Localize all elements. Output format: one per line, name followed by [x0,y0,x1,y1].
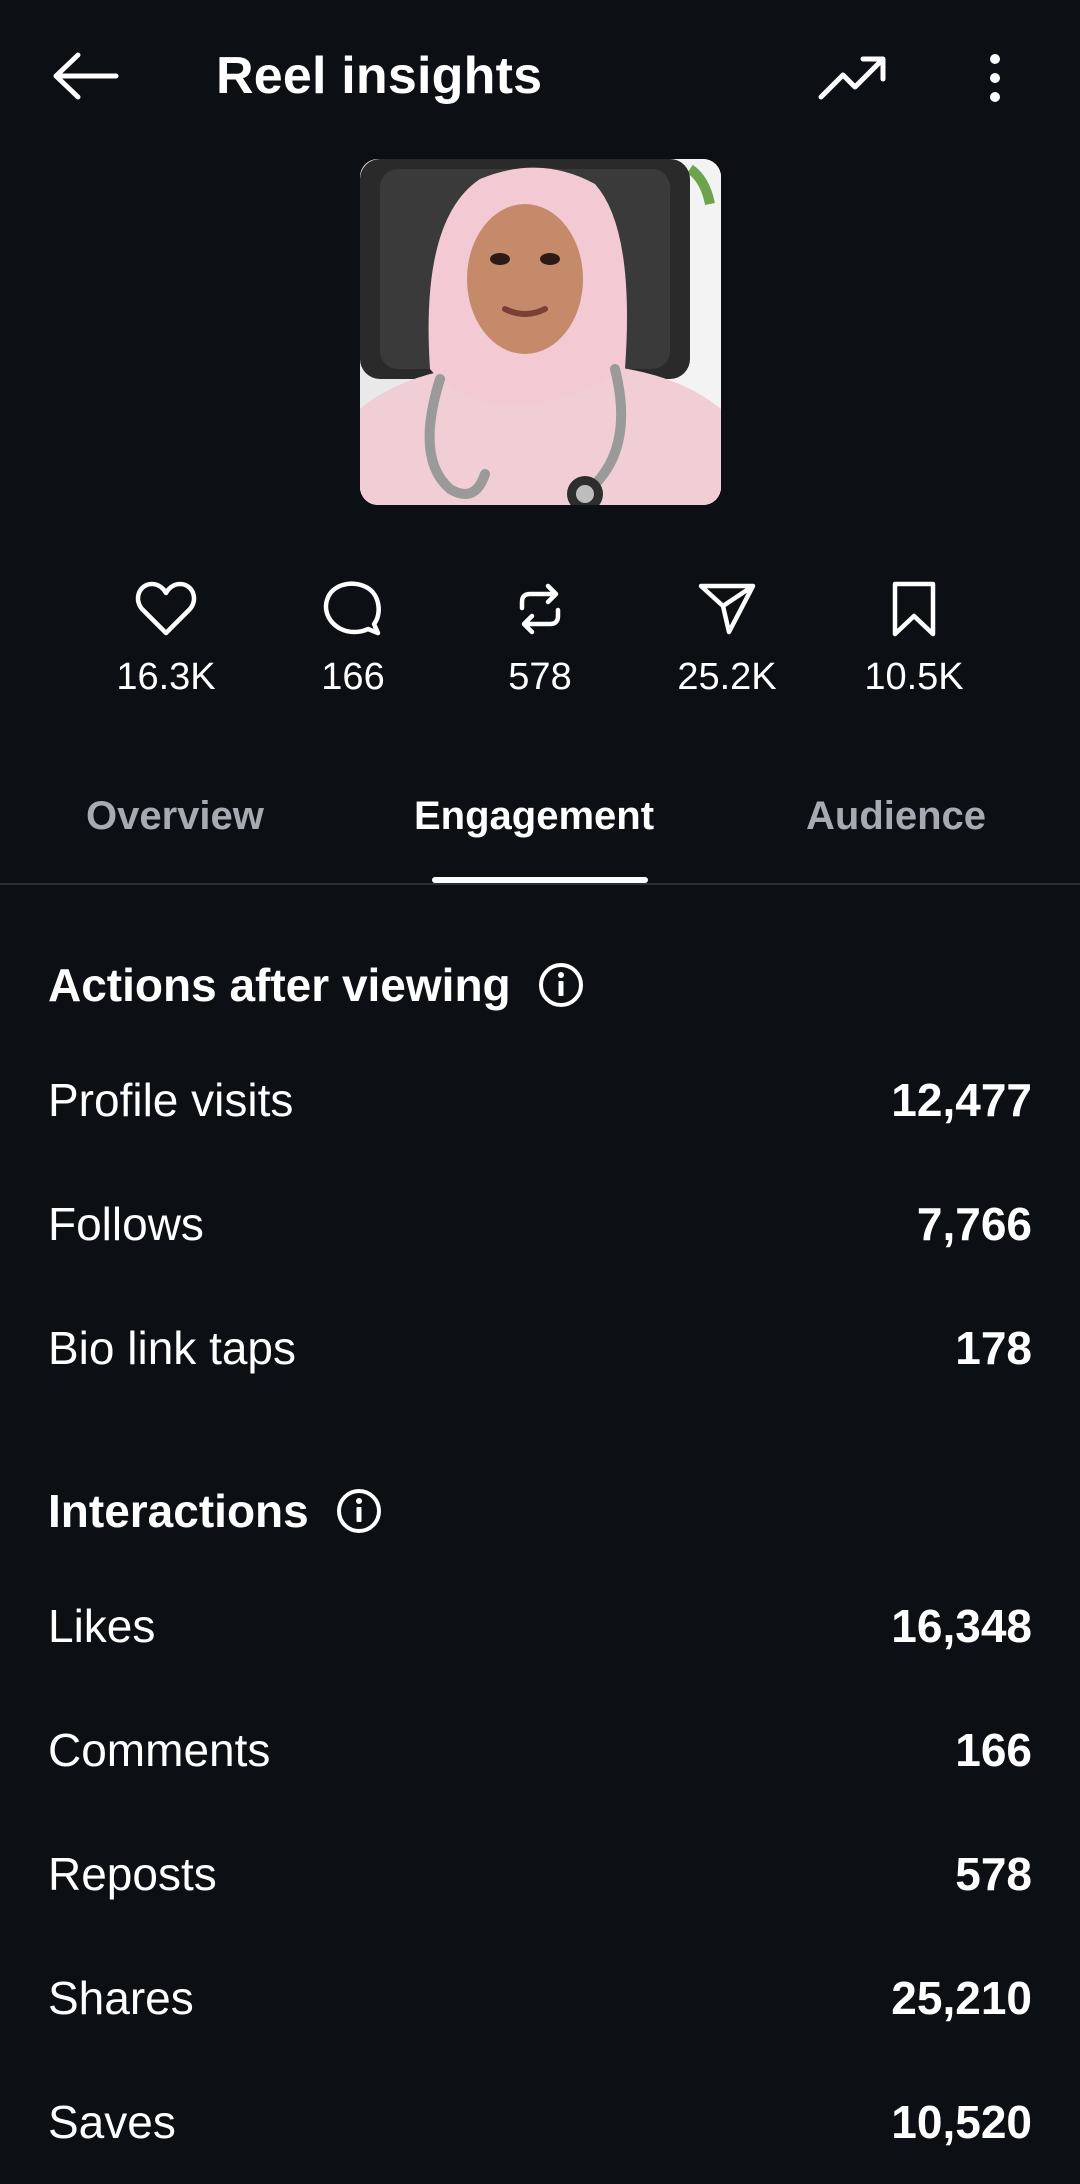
metric-row-bio-link-taps: Bio link taps 178 [48,1308,1032,1388]
metric-label: Likes [48,1600,156,1652]
stat-reposts-value: 578 [508,656,572,698]
trending-up-icon [818,56,886,100]
repost-icon [519,583,561,635]
page-title: Reel insights [216,47,543,105]
tabs-divider [0,883,1080,885]
send-icon [698,583,756,635]
metric-label: Saves [48,2096,176,2148]
stat-shares-value: 25.2K [677,656,777,698]
metric-label: Bio link taps [48,1322,297,1374]
info-icon[interactable] [335,1487,383,1535]
metric-value: 578 [955,1848,1032,1900]
reel-thumbnail[interactable] [360,159,721,505]
comment-icon [323,581,381,636]
metric-row-reposts: Reposts 578 [48,1834,1032,1914]
stat-likes-value: 16.3K [116,656,216,698]
metric-label: Reposts [48,1848,217,1900]
stats-row: 16.3K 166 578 25.2K 10.5K [0,580,1080,730]
stat-reposts: 578 [450,580,630,699]
heart-icon [135,581,197,636]
stat-saves-value: 10.5K [864,656,964,698]
metric-value: 12,477 [891,1074,1032,1126]
more-vertical-icon [990,54,1000,102]
metric-value: 166 [955,1724,1032,1776]
arrow-left-icon [53,52,119,100]
stat-saves: 10.5K [824,580,1004,699]
more-options-button[interactable] [960,40,1030,116]
bookmark-icon [892,581,936,637]
metric-row-profile-visits: Profile visits 12,477 [48,1060,1032,1140]
metric-label: Profile visits [48,1074,294,1126]
tab-audience[interactable]: Audience [806,794,986,839]
metric-row-saves: Saves 10,520 [48,2082,1032,2162]
tab-engagement[interactable]: Engagement [414,794,654,839]
stat-likes: 16.3K [76,580,256,699]
tab-overview[interactable]: Overview [86,794,264,839]
metric-value: 10,520 [891,2096,1032,2148]
interactions-section-title: Interactions [48,1484,383,1538]
back-button[interactable] [40,38,130,114]
tab-bar: Overview Engagement Audience [0,780,1080,884]
metric-value: 178 [955,1322,1032,1374]
top-bar: Reel insights [0,0,1080,150]
interactions-section-title-text: Interactions [48,1485,309,1537]
metric-label: Follows [48,1198,204,1250]
stat-shares: 25.2K [637,580,817,699]
metric-row-likes: Likes 16,348 [48,1586,1032,1666]
metric-value: 16,348 [891,1600,1032,1652]
actions-section-title-text: Actions after viewing [48,959,511,1011]
metric-label: Comments [48,1724,271,1776]
actions-section-title: Actions after viewing [48,958,585,1012]
stat-comments-value: 166 [321,656,385,698]
stat-comments: 166 [263,580,443,699]
metric-row-shares: Shares 25,210 [48,1958,1032,2038]
metric-row-follows: Follows 7,766 [48,1184,1032,1264]
metric-label: Shares [48,1972,194,2024]
metric-value: 7,766 [916,1198,1032,1250]
metric-value: 25,210 [891,1972,1032,2024]
reel-thumbnail-image [360,159,721,505]
info-icon[interactable] [537,961,585,1009]
trend-button[interactable] [808,40,898,116]
metric-row-comments: Comments 166 [48,1710,1032,1790]
